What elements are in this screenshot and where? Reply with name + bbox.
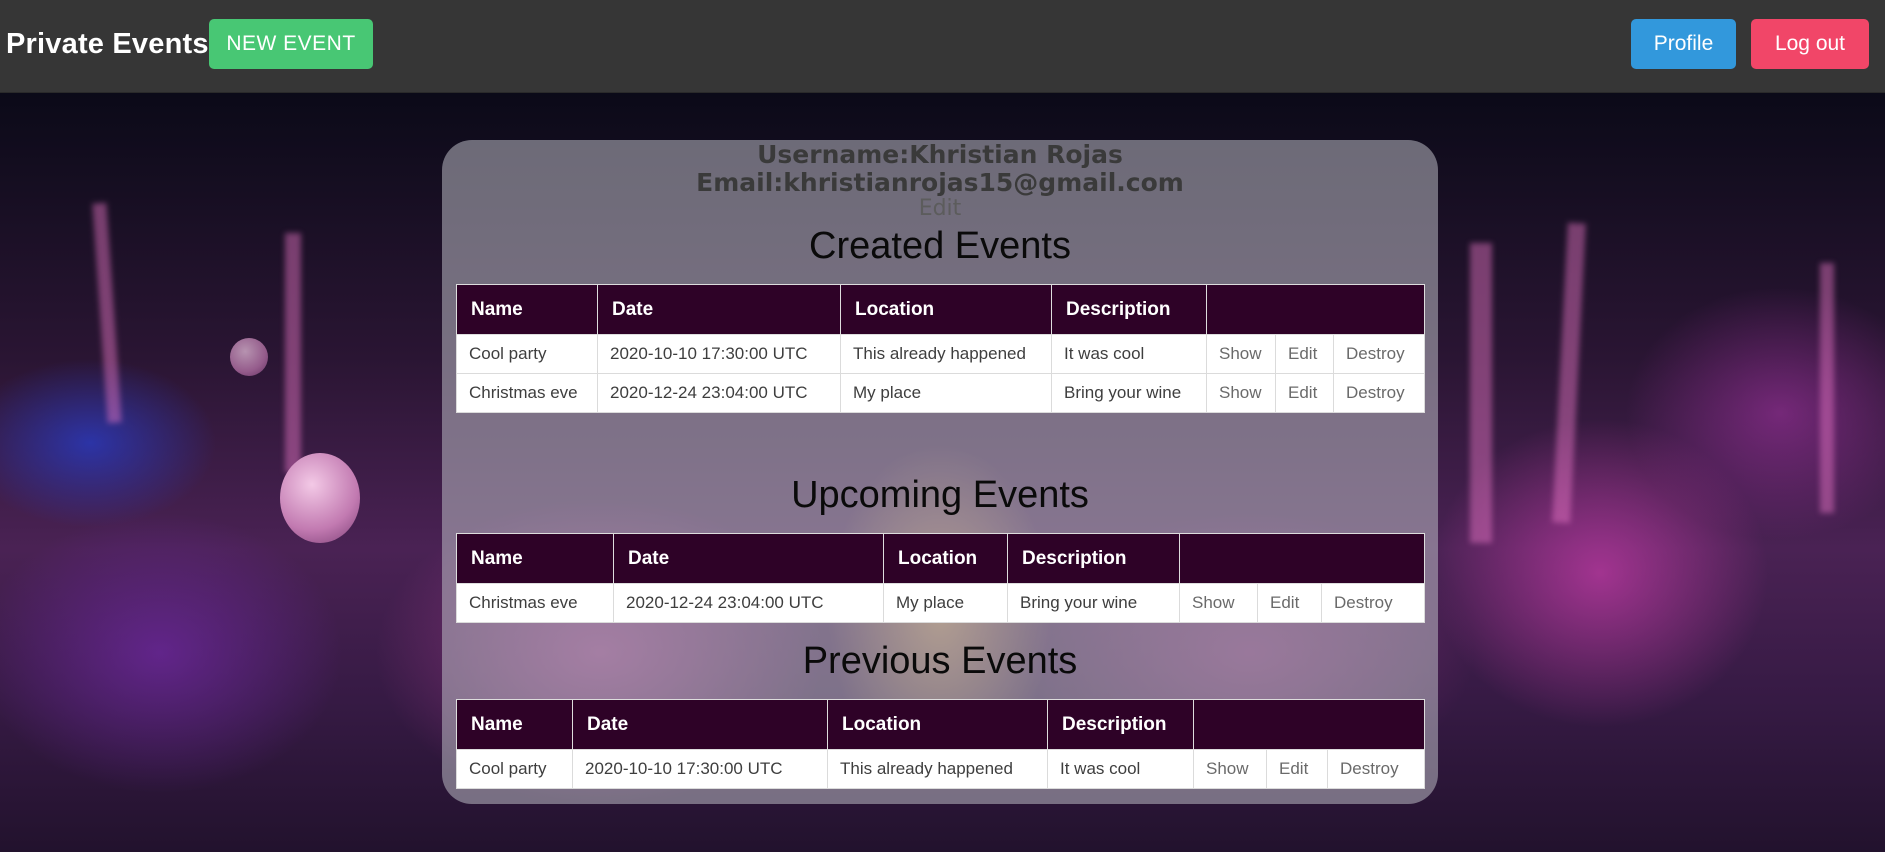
table-row: Christmas eve 2020-12-24 23:04:00 UTC My… [456,583,1426,623]
table-header-row: Name Date Location Description [456,284,1426,335]
brand-title[interactable]: Private Events [6,28,209,61]
destroy-link[interactable]: Destroy [1332,334,1426,374]
new-event-button[interactable]: NEW EVENT [209,19,373,69]
column-header-actions [1192,699,1426,750]
cell-description: Bring your wine [1051,373,1207,413]
upcoming-events-table: Name Date Location Description Christmas… [456,533,1426,623]
cell-date: 2020-10-10 17:30:00 UTC [572,749,828,789]
column-header-location: Location [840,284,1052,335]
edit-link[interactable]: Edit [1257,583,1322,623]
profile-button[interactable]: Profile [1631,19,1736,69]
edit-link[interactable]: Edit [1266,749,1328,789]
cell-date: 2020-12-24 23:04:00 UTC [597,373,841,413]
edit-profile-link[interactable]: Edit [442,196,1438,221]
destroy-link[interactable]: Destroy [1332,373,1426,413]
show-link[interactable]: Show [1193,749,1267,789]
column-header-location: Location [827,699,1048,750]
column-header-date: Date [572,699,828,750]
destroy-link[interactable]: Destroy [1326,749,1426,789]
username-text: Username:Khristian Rojas [757,140,1123,169]
table-row: Christmas eve 2020-12-24 23:04:00 UTC My… [456,373,1426,413]
cell-location: My place [840,373,1052,413]
column-header-name: Name [456,284,598,335]
column-header-date: Date [613,533,884,584]
cell-date: 2020-12-24 23:04:00 UTC [613,583,884,623]
cell-description: It was cool [1051,334,1207,374]
table-row: Cool party 2020-10-10 17:30:00 UTC This … [456,334,1426,374]
cell-name: Cool party [456,749,573,789]
cell-location: My place [883,583,1008,623]
cell-description: It was cool [1047,749,1194,789]
logout-button[interactable]: Log out [1751,19,1869,69]
cell-name: Cool party [456,334,598,374]
column-header-location: Location [883,533,1008,584]
email-text: Email:khristianrojas15@gmail.com [696,168,1184,197]
column-header-actions [1178,533,1426,584]
column-header-name: Name [456,533,614,584]
upcoming-events-heading: Upcoming Events [791,474,1089,516]
show-link[interactable]: Show [1206,373,1276,413]
column-header-description: Description [1051,284,1207,335]
column-header-description: Description [1047,699,1194,750]
table-header-row: Name Date Location Description [456,699,1426,750]
column-header-description: Description [1007,533,1180,584]
column-header-actions [1205,284,1426,335]
cell-name: Christmas eve [456,583,614,623]
show-link[interactable]: Show [1179,583,1258,623]
cell-location: This already happened [840,334,1052,374]
edit-link[interactable]: Edit [1275,373,1334,413]
table-header-row: Name Date Location Description [456,533,1426,584]
column-header-name: Name [456,699,573,750]
top-navbar: Private Events NEW EVENT Profile Log out [0,0,1885,93]
cell-location: This already happened [827,749,1048,789]
cell-description: Bring your wine [1007,583,1180,623]
destroy-link[interactable]: Destroy [1320,583,1426,623]
previous-events-heading: Previous Events [802,640,1078,682]
created-events-heading: Created Events [809,225,1071,267]
cell-name: Christmas eve [456,373,598,413]
created-events-table: Name Date Location Description Cool part… [456,284,1426,413]
edit-link[interactable]: Edit [1275,334,1334,374]
previous-events-table: Name Date Location Description Cool part… [456,699,1426,789]
cell-date: 2020-10-10 17:30:00 UTC [597,334,841,374]
profile-card: Username:Khristian Rojas Email:khristian… [442,140,1438,804]
show-link[interactable]: Show [1206,334,1276,374]
table-row: Cool party 2020-10-10 17:30:00 UTC This … [456,749,1426,789]
column-header-date: Date [597,284,841,335]
